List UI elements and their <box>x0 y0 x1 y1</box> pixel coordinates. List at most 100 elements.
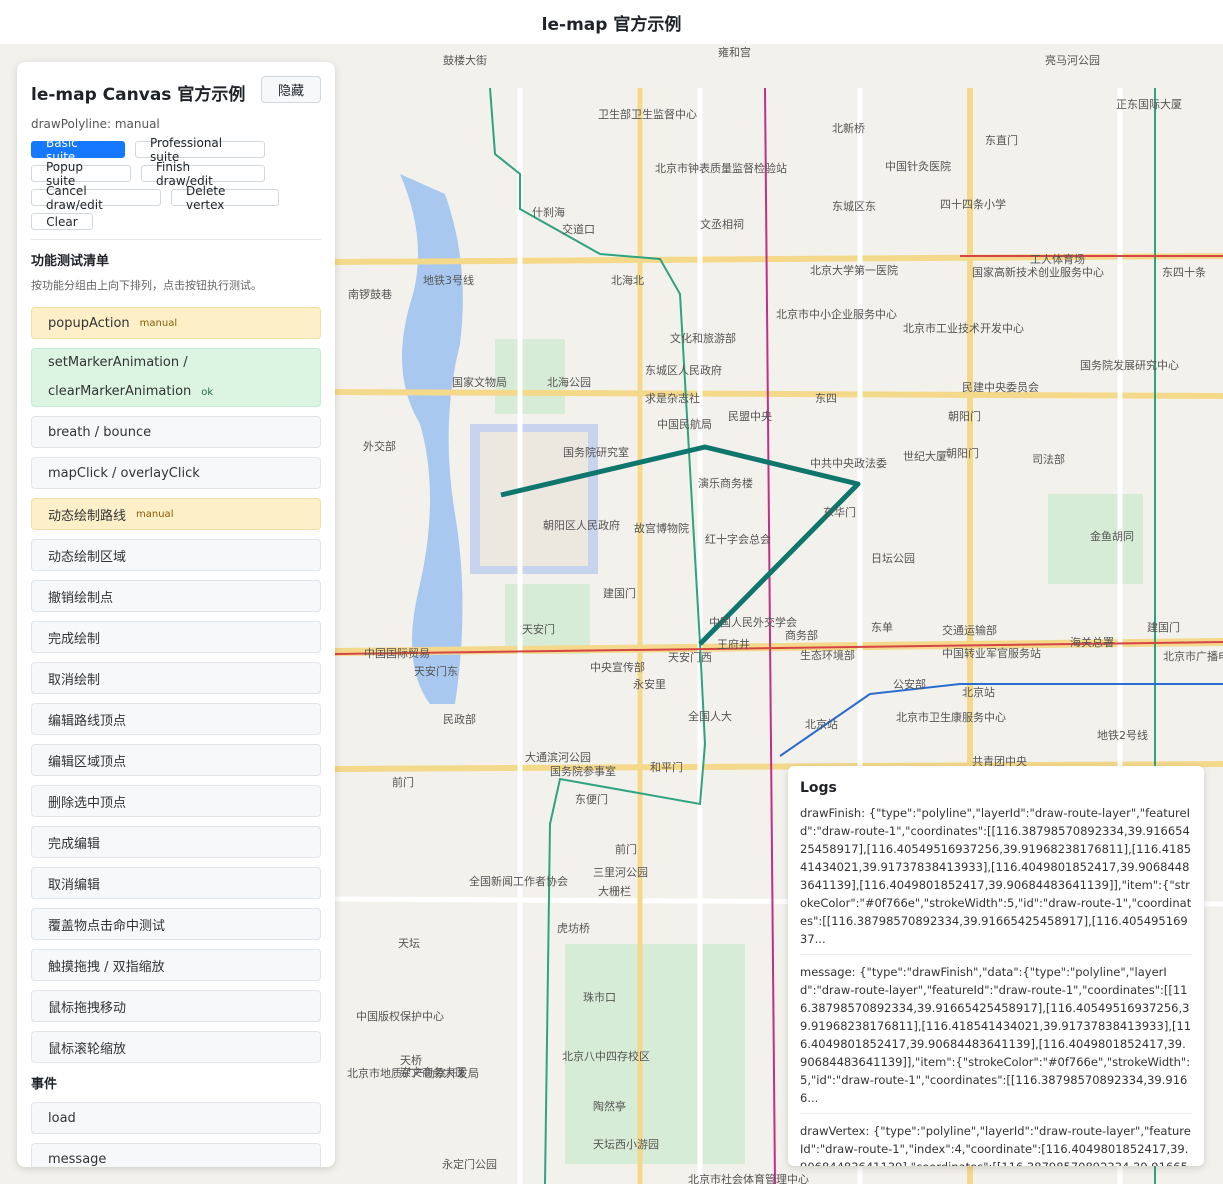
map-place-label: 公安部 <box>893 678 926 691</box>
map-place-label: 演乐商务楼 <box>698 477 753 490</box>
map-place-label: 雍和宫 <box>718 46 751 59</box>
logs-panel[interactable]: Logs drawFinish: {"type":"polyline","lay… <box>788 766 1204 1166</box>
test-label: 编辑区域顶点 <box>48 754 127 770</box>
map-place-label: 地铁3号线 <box>423 274 474 287</box>
map-place-label: 北京市钟表质量监督检验站 <box>655 162 787 175</box>
map-place-label: 东直门 <box>985 134 1018 147</box>
map-place-label: 东城区人民政府 <box>645 364 722 377</box>
basic-suite-button[interactable]: Basic suite <box>31 136 125 164</box>
map-place-label: 中国转业军官服务站 <box>942 647 1041 660</box>
event-item-load[interactable]: load <box>31 1102 321 1134</box>
test-label: 覆盖物点击命中测试 <box>48 918 166 934</box>
delete-vertex-button[interactable]: Delete vertex <box>171 184 279 212</box>
map-place-label: 民建中央委员会 <box>962 381 1039 394</box>
test-item-breath-bounce[interactable]: breath / bounce <box>31 416 321 448</box>
map-place-label: 四十四条小学 <box>940 198 1006 211</box>
test-item-marker-animation[interactable]: setMarkerAnimation / clearMarkerAnimatio… <box>31 348 321 407</box>
map-place-label: 朝阳区人民政府 <box>543 519 620 532</box>
map-place-label: 中国人民外交学会 <box>709 616 797 629</box>
test-item-popup-action[interactable]: popupAction manual <box>31 307 321 339</box>
test-label: 完成绘制 <box>48 631 101 647</box>
test-label: 删除选中顶点 <box>48 795 127 811</box>
test-item-wheel-zoom[interactable]: 鼠标滚轮缩放 <box>31 1031 321 1063</box>
test-item-cancel-draw[interactable]: 取消绘制 <box>31 662 321 694</box>
test-item-delete-vertex[interactable]: 删除选中顶点 <box>31 785 321 817</box>
test-item-undo-point[interactable]: 撤销绘制点 <box>31 580 321 612</box>
map-place-label: 建国门 <box>1147 621 1180 634</box>
map-place-label: 前门 <box>392 776 414 789</box>
map-place-label: 北海北 <box>611 274 644 287</box>
test-item-edit-area-vertex[interactable]: 编辑区域顶点 <box>31 744 321 776</box>
test-label: 动态绘制路线 <box>48 508 127 524</box>
test-label: 动态绘制区域 <box>48 549 127 565</box>
map-place-label: 永定门公园 <box>442 1158 497 1171</box>
test-item-touch-drag[interactable]: 触摸拖拽 / 双指缩放 <box>31 949 321 981</box>
events-list: load message mapLoaded <box>31 1102 321 1167</box>
map-place-label: 生态环境部 <box>800 649 855 662</box>
map-place-label: 永安里 <box>633 678 666 691</box>
map-place-label: 外交部 <box>363 440 396 453</box>
test-item-draw-area[interactable]: 动态绘制区域 <box>31 539 321 571</box>
map-place-label: 交通运输部 <box>942 624 997 637</box>
map-place-label: 日坛公园 <box>871 552 915 565</box>
map-place-label: 中共中央政法委 <box>810 457 887 470</box>
map-place-label: 民盟中央 <box>728 410 772 423</box>
map-place-label: 世纪大厦 <box>903 450 947 463</box>
test-list: popupAction manual setMarkerAnimation / … <box>31 307 321 1063</box>
test-item-overlay-hit[interactable]: 覆盖物点击命中测试 <box>31 908 321 940</box>
test-item-mouse-drag[interactable]: 鼠标拖拽移动 <box>31 990 321 1022</box>
map-place-label: 陶然亭 <box>593 1100 626 1113</box>
map-place-label: 红十字会总会 <box>705 533 771 546</box>
map-place-label: 天安门东 <box>414 665 458 678</box>
test-item-finish-edit[interactable]: 完成编辑 <box>31 826 321 858</box>
log-entry: drawFinish: {"type":"polyline","layerId"… <box>800 804 1192 955</box>
event-label: message <box>48 1151 107 1167</box>
test-item-map-click[interactable]: mapClick / overlayClick <box>31 457 321 489</box>
checklist-title: 功能测试清单 <box>31 254 110 269</box>
map-place-label: 北新桥 <box>832 122 865 135</box>
test-label: clearMarkerAnimation <box>48 384 192 399</box>
test-item-finish-draw[interactable]: 完成绘制 <box>31 621 321 653</box>
panel-subtitle: drawPolyline: manual <box>31 117 160 131</box>
map-place-label: 朝阳门 <box>948 410 981 423</box>
map-place-label: 中国国际贸易 <box>364 647 430 660</box>
test-item-cancel-edit[interactable]: 取消编辑 <box>31 867 321 899</box>
events-title: 事件 <box>31 1077 58 1092</box>
map-place-label: 东便门 <box>575 793 608 806</box>
control-panel: le-map Canvas 官方示例 隐藏 drawPolyline: manu… <box>17 62 335 1167</box>
event-label: load <box>48 1110 76 1126</box>
test-label: 鼠标滚轮缩放 <box>48 1041 127 1057</box>
map-place-label: 求是杂志社 <box>645 392 700 405</box>
map-place-label: 文丞相祠 <box>700 218 744 231</box>
map-place-label: 正东国际大厦 <box>1116 98 1182 111</box>
lake-area <box>400 174 463 704</box>
hide-button[interactable]: 隐藏 <box>261 76 321 103</box>
test-item-draw-route[interactable]: 动态绘制路线 manual <box>31 498 321 530</box>
professional-suite-button[interactable]: Professional suite <box>135 136 265 164</box>
cancel-draw-edit-button[interactable]: Cancel draw/edit <box>31 184 161 212</box>
finish-draw-edit-button[interactable]: Finish draw/edit <box>141 160 265 188</box>
test-label: setMarkerAnimation / <box>48 355 188 370</box>
map-place-label: 虎坊桥 <box>557 922 590 935</box>
map-place-label: 南锣鼓巷 <box>348 288 392 301</box>
logs-title: Logs <box>800 780 837 796</box>
map-place-label: 国务院参事室 <box>550 765 616 778</box>
status-badge: manual <box>136 508 174 520</box>
map-place-label: 朝阳门 <box>946 447 979 460</box>
clear-button[interactable]: Clear <box>31 213 93 230</box>
map-place-label: 故宫博物院 <box>634 522 689 535</box>
map-place-label: 中国版权保护中心 <box>356 1010 444 1023</box>
map-place-label: 司法部 <box>1032 453 1065 466</box>
map-place-label: 大栅栏 <box>598 885 631 898</box>
status-badge: manual <box>139 317 178 329</box>
map-place-label: 和平门 <box>650 761 683 774</box>
test-label: 触摸拖拽 / 双指缩放 <box>48 959 165 975</box>
map-place-label: 全国人大 <box>688 710 732 723</box>
popup-suite-button[interactable]: Popup suite <box>31 160 131 188</box>
map-place-label: 天坛 <box>398 937 420 950</box>
map-place-label: 鼓楼大街 <box>443 54 487 67</box>
map-place-label: 国务院研究室 <box>563 446 629 459</box>
map-place-label: 北京市社会体育管理中心 <box>688 1173 809 1184</box>
event-item-message[interactable]: message <box>31 1143 321 1167</box>
test-item-edit-route-vertex[interactable]: 编辑路线顶点 <box>31 703 321 735</box>
